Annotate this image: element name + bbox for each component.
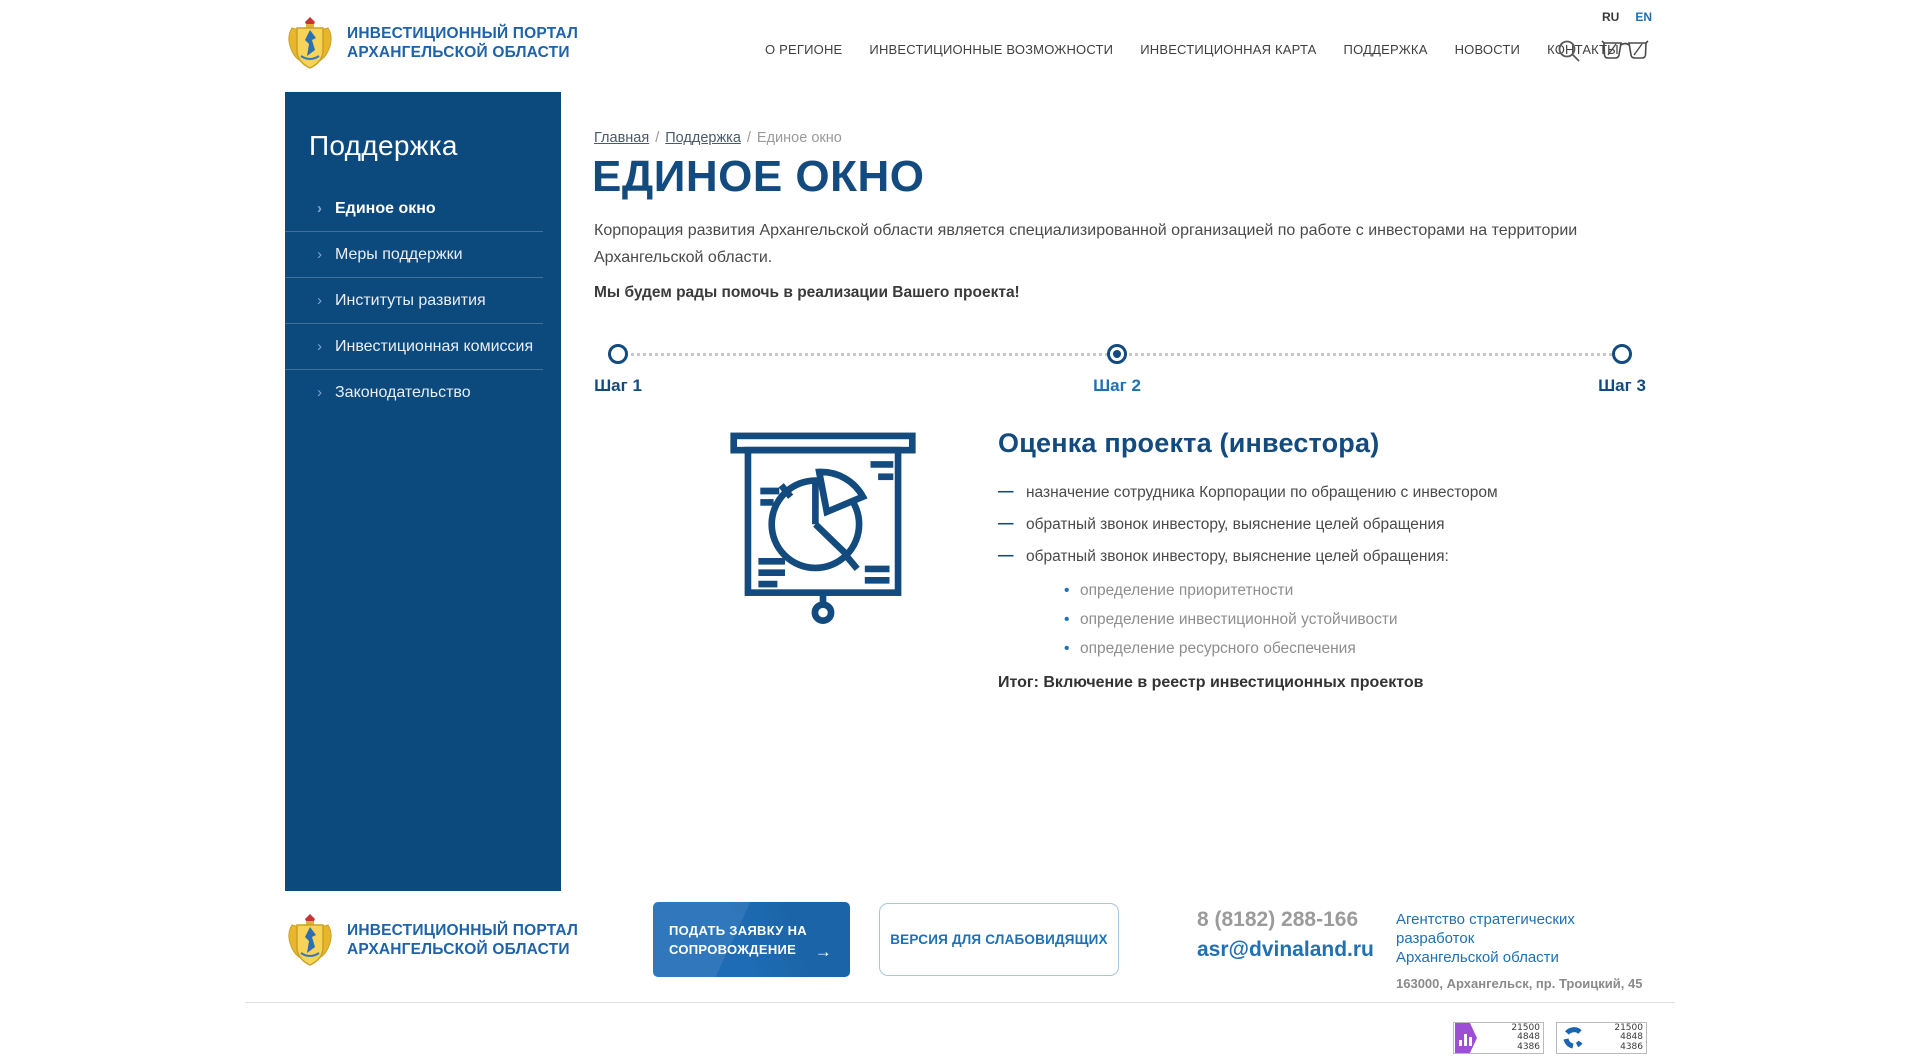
sidebar-item-label: Единое окно xyxy=(335,200,436,217)
agency-block: Агентство стратегических разработок Арха… xyxy=(1396,910,1656,991)
agency-address: 163000, Архангельск, пр. Троицкий, 45 xyxy=(1396,976,1656,991)
chevron-right-icon: › xyxy=(317,278,322,324)
sputnik-counter[interactable]: 21500 4848 4386 xyxy=(1556,1022,1647,1054)
arrow-right-icon: → xyxy=(815,942,832,961)
list-item: — обратный звонок инвестору, выяснение ц… xyxy=(998,516,1498,533)
nav-item-region[interactable]: О РЕГИОНЕ xyxy=(765,42,842,57)
nav-item-news[interactable]: НОВОСТИ xyxy=(1455,42,1521,57)
breadcrumb-home[interactable]: Главная xyxy=(594,130,649,146)
sidebar-support: Поддержка › Единое окно › Меры поддержки… xyxy=(285,92,561,891)
apply-button-line1: ПОДАТЬ ЗАЯВКУ НА xyxy=(669,921,834,940)
apply-button-line2: СОПРОВОЖДЕНИЕ xyxy=(669,940,834,959)
sidebar-title: Поддержка xyxy=(285,92,561,162)
language-switcher: RU EN xyxy=(1602,10,1668,24)
visitor-counters: 21500 4848 4386 21500 4848 4386 xyxy=(1453,1022,1647,1054)
bar-chart-icon xyxy=(1455,1023,1477,1053)
counter-values: 21500 4848 4386 xyxy=(1477,1024,1543,1053)
step-3-label: Шаг 3 xyxy=(1598,376,1646,396)
phone-number: 8 (8182) 288-166 xyxy=(1197,908,1374,932)
page-title: ЕДИНОЕ ОКНО xyxy=(592,152,924,202)
list-item: • определение инвестиционной устойчивост… xyxy=(1064,611,1398,628)
bullet-sublist: • определение приоритетности • определен… xyxy=(1064,582,1398,669)
main-nav: О РЕГИОНЕ ИНВЕСТИЦИОННЫЕ ВОЗМОЖНОСТИ ИНВ… xyxy=(765,42,1619,57)
liveinternet-counter[interactable]: 21500 4848 4386 xyxy=(1453,1022,1544,1054)
list-item-text: определение приоритетности xyxy=(1080,582,1293,599)
site-title: ИНВЕСТИЦИОННЫЙ ПОРТАЛ АРХАНГЕЛЬСКОЙ ОБЛА… xyxy=(347,921,578,959)
nav-item-support[interactable]: ПОДДЕРЖКА xyxy=(1344,42,1428,57)
footer-divider xyxy=(245,1002,1675,1003)
step-3-circle[interactable] xyxy=(1612,344,1632,364)
dash-marker: — xyxy=(998,515,1014,532)
sidebar-item-investment-commission[interactable]: › Инвестиционная комиссия xyxy=(285,324,543,370)
list-item-text: определение инвестиционной устойчивости xyxy=(1080,611,1398,628)
chevron-right-icon: › xyxy=(317,370,322,416)
breadcrumb-separator: / xyxy=(655,130,659,146)
sidebar-item-development-institutes[interactable]: › Институты развития xyxy=(285,278,543,324)
bullet-marker: • xyxy=(1064,640,1069,657)
bullet-marker: • xyxy=(1064,611,1069,628)
lang-en[interactable]: EN xyxy=(1635,10,1652,24)
intro-bold-text: Мы будем рады помочь в реализации Вашего… xyxy=(594,284,1020,302)
breadcrumb: Главная / Поддержка / Единое окно xyxy=(594,130,842,146)
list-item: — обратный звонок инвестору, выяснение ц… xyxy=(998,548,1498,565)
presentation-pie-chart-icon xyxy=(728,430,918,628)
result-text: Итог: Включение в реестр инвестиционных … xyxy=(998,674,1423,692)
counter-values: 21500 4848 4386 xyxy=(1585,1024,1646,1053)
list-item-text: обратный звонок инвестору, выяснение цел… xyxy=(1026,548,1449,565)
step-2-label: Шаг 2 xyxy=(1093,376,1141,396)
sidebar-item-support-measures[interactable]: › Меры поддержки xyxy=(285,232,543,278)
chevron-right-icon: › xyxy=(317,324,322,370)
list-item: • определение ресурсного обеспечения xyxy=(1064,640,1398,657)
breadcrumb-section[interactable]: Поддержка xyxy=(665,130,741,146)
sidebar-item-label: Законодательство xyxy=(335,384,471,401)
nav-item-opportunities[interactable]: ИНВЕСТИЦИОННЫЕ ВОЗМОЖНОСТИ xyxy=(869,42,1113,57)
glasses-icon[interactable] xyxy=(1600,38,1650,62)
site-logo-header[interactable]: ИНВЕСТИЦИОННЫЙ ПОРТАЛ АРХАНГЕЛЬСКОЙ ОБЛА… xyxy=(285,16,578,70)
dash-marker: — xyxy=(998,483,1014,500)
page: ИНВЕСТИЦИОННЫЙ ПОРТАЛ АРХАНГЕЛЬСКОЙ ОБЛА… xyxy=(0,0,1920,1059)
nav-item-map[interactable]: ИНВЕСТИЦИОННАЯ КАРТА xyxy=(1140,42,1316,57)
section-heading: Оценка проекта (инвестора) xyxy=(998,428,1379,459)
list-item-text: обратный звонок инвестору, выяснение цел… xyxy=(1026,516,1445,533)
site-logo-footer[interactable]: ИНВЕСТИЦИОННЫЙ ПОРТАЛ АРХАНГЕЛЬСКОЙ ОБЛА… xyxy=(285,913,578,967)
site-title: ИНВЕСТИЦИОННЫЙ ПОРТАЛ АРХАНГЕЛЬСКОЙ ОБЛА… xyxy=(347,24,578,62)
step-1-label: Шаг 1 xyxy=(594,376,642,396)
accessibility-version-button[interactable]: ВЕРСИЯ ДЛЯ СЛАБОВИДЯЩИХ xyxy=(879,903,1119,976)
sidebar-item-single-window[interactable]: › Единое окно xyxy=(285,186,543,232)
list-item-text: определение ресурсного обеспечения xyxy=(1080,640,1356,657)
search-icon[interactable] xyxy=(1556,38,1582,64)
steps-progress: Шаг 1 Шаг 2 Шаг 3 xyxy=(594,330,1650,402)
dash-marker: — xyxy=(998,547,1014,564)
intro-paragraph: Корпорация развития Архангельской област… xyxy=(594,217,1669,271)
chevron-right-icon: › xyxy=(317,186,322,232)
list-item: • определение приоритетности xyxy=(1064,582,1398,599)
apply-support-button[interactable]: ПОДАТЬ ЗАЯВКУ НА СОПРОВОЖДЕНИЕ → xyxy=(653,902,850,977)
sidebar-item-label: Инвестиционная комиссия xyxy=(335,338,533,355)
breadcrumb-separator: / xyxy=(747,130,751,146)
agency-link[interactable]: Агентство стратегических разработок Арха… xyxy=(1396,910,1656,967)
sidebar-menu: › Единое окно › Меры поддержки › Институ… xyxy=(285,186,561,416)
lang-ru[interactable]: RU xyxy=(1602,10,1619,24)
footer: ИНВЕСТИЦИОННЫЙ ПОРТАЛ АРХАНГЕЛЬСКОЙ ОБЛА… xyxy=(0,891,1920,1059)
bullet-marker: • xyxy=(1064,582,1069,599)
coat-of-arms-icon xyxy=(285,913,335,967)
breadcrumb-current: Единое окно xyxy=(757,130,842,146)
sidebar-item-legislation[interactable]: › Законодательство xyxy=(285,370,543,416)
sidebar-item-label: Институты развития xyxy=(335,292,486,309)
coat-of-arms-icon xyxy=(285,16,335,70)
chevron-right-icon: › xyxy=(317,232,322,278)
sputnik-c-icon xyxy=(1561,1026,1585,1050)
list-item: — назначение сотрудника Корпорации по об… xyxy=(998,484,1498,501)
header: ИНВЕСТИЦИОННЫЙ ПОРТАЛ АРХАНГЕЛЬСКОЙ ОБЛА… xyxy=(0,0,1920,92)
dash-list: — назначение сотрудника Корпорации по об… xyxy=(998,484,1498,580)
email-link[interactable]: asr@dvinaland.ru xyxy=(1197,938,1374,962)
step-2-circle-active[interactable] xyxy=(1107,344,1127,364)
footer-contacts: 8 (8182) 288-166 asr@dvinaland.ru xyxy=(1197,908,1374,962)
step-1-circle[interactable] xyxy=(608,344,628,364)
sidebar-item-label: Меры поддержки xyxy=(335,246,463,263)
list-item-text: назначение сотрудника Корпорации по обра… xyxy=(1026,484,1498,501)
